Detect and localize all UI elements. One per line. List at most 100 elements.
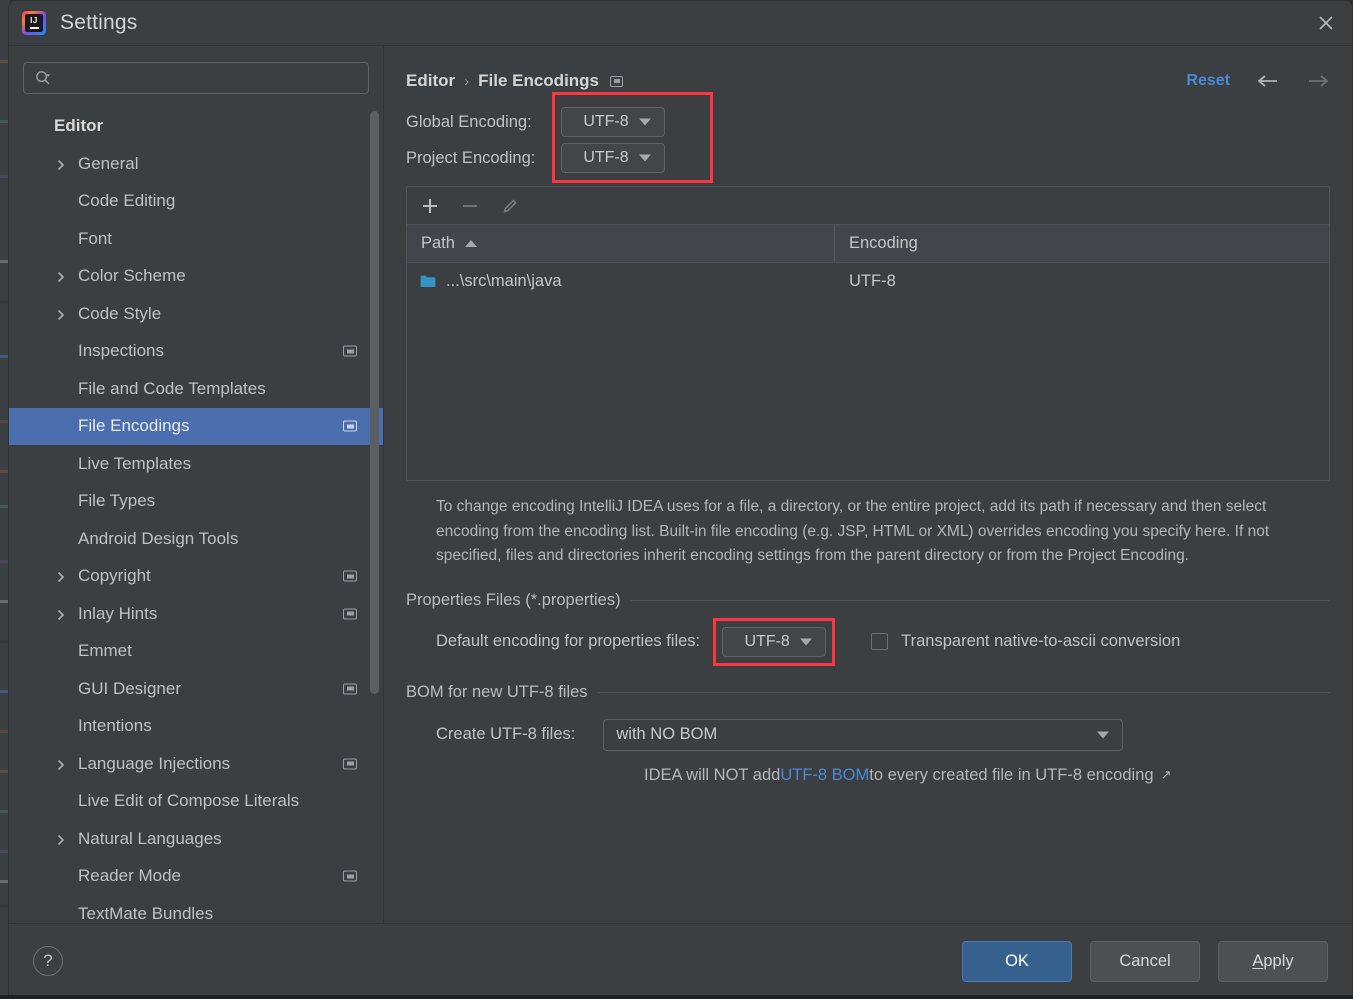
settings-dialog: IJ Settings Editor General Code Editing …: [8, 0, 1353, 999]
chevron-right-icon[interactable]: [54, 157, 68, 171]
breadcrumb-current: File Encodings: [478, 71, 600, 90]
arrow-left-icon[interactable]: [1256, 73, 1280, 89]
sidebar-item-textmate-bundles[interactable]: TextMate Bundles: [9, 895, 383, 923]
table-cell-path-label: ...\src\main\java: [446, 272, 562, 290]
sidebar-item-inlay-hints[interactable]: Inlay Hints: [9, 595, 383, 633]
sidebar-item-label: File and Code Templates: [78, 378, 266, 398]
create-utf8-files-label: Create UTF-8 files:: [436, 725, 576, 743]
sidebar-item-android-design-tools[interactable]: Android Design Tools: [9, 520, 383, 558]
sidebar-item-code-style[interactable]: Code Style: [9, 295, 383, 333]
table-body: ...\src\main\java UTF-8: [407, 263, 1329, 480]
sidebar-item-label: General: [78, 153, 139, 173]
dialog-title: Settings: [60, 11, 138, 34]
bom-section-body: Create UTF-8 files: with NO BOM IDEA wil…: [406, 718, 1330, 785]
sidebar-item-label: File Encodings: [78, 416, 190, 436]
table-cell-path: ...\src\main\java: [407, 272, 835, 291]
chevron-down-icon: [639, 154, 651, 162]
sidebar-item-file-and-code-templates[interactable]: File and Code Templates: [9, 370, 383, 408]
sidebar-item-emmet[interactable]: Emmet: [9, 633, 383, 671]
sidebar-item-live-templates[interactable]: Live Templates: [9, 445, 383, 483]
bom-section-title: BOM for new UTF-8 files: [406, 682, 588, 701]
divider: [597, 691, 1330, 693]
sidebar-item-label: Natural Languages: [78, 828, 222, 848]
project-scope-badge-icon: [343, 758, 357, 770]
sidebar-item-file-encodings[interactable]: File Encodings: [9, 407, 383, 445]
sidebar-item-color-scheme[interactable]: Color Scheme: [9, 258, 383, 296]
create-utf8-files-select[interactable]: with NO BOM: [603, 718, 1124, 751]
sidebar-item-reader-mode[interactable]: Reader Mode: [9, 858, 383, 896]
sidebar-item-label: Android Design Tools: [78, 528, 239, 548]
sidebar-item-code-editing[interactable]: Code Editing: [9, 183, 383, 221]
minus-icon[interactable]: [461, 197, 479, 215]
chevron-right-icon[interactable]: [54, 607, 68, 621]
sidebar-item-label: TextMate Bundles: [78, 903, 214, 923]
default-properties-encoding-row: Default encoding for properties files: U…: [436, 626, 1330, 657]
dialog-titlebar: IJ Settings: [9, 1, 1352, 46]
external-link-icon: ↗: [1160, 767, 1172, 782]
transparent-native-to-ascii-checkbox[interactable]: Transparent native-to-ascii conversion: [871, 632, 1180, 651]
sidebar-item-file-types[interactable]: File Types: [9, 483, 383, 521]
breadcrumb: Editor › File Encodings Reset: [406, 58, 1330, 104]
project-scope-badge-icon: [343, 683, 357, 695]
global-encoding-select[interactable]: UTF-8: [561, 107, 665, 137]
sidebar-item-label: Live Templates: [78, 453, 192, 473]
sidebar-item-label: Color Scheme: [78, 266, 186, 286]
search-container: [9, 46, 383, 106]
sidebar-item-label: Live Edit of Compose Literals: [78, 791, 300, 811]
table-row[interactable]: ...\src\main\java UTF-8: [407, 263, 1329, 300]
sidebar-group-header: Editor: [54, 115, 104, 135]
sidebar-scrollbar[interactable]: [370, 111, 379, 694]
plus-icon[interactable]: [421, 197, 439, 215]
project-scope-badge-icon: [343, 870, 357, 882]
table-header-row: Path Encoding: [407, 225, 1329, 263]
cancel-button[interactable]: Cancel: [1090, 940, 1200, 982]
chevron-right-icon[interactable]: [54, 269, 68, 283]
sidebar-item-gui-designer[interactable]: GUI Designer: [9, 670, 383, 708]
chevron-right-icon[interactable]: [54, 307, 68, 321]
project-scope-badge-icon: [343, 608, 357, 620]
bom-note-suffix: to every created file in UTF-8 encoding: [869, 765, 1154, 784]
search-box[interactable]: [23, 62, 369, 94]
section-title-row: BOM for new UTF-8 files: [406, 683, 1330, 702]
utf8-bom-link[interactable]: UTF-8 BOM: [780, 766, 869, 785]
bom-note-prefix: IDEA will NOT add: [644, 765, 781, 784]
table-toolbar: [407, 187, 1329, 225]
sidebar-item-inspections[interactable]: Inspections: [9, 333, 383, 371]
description-text: To change encoding IntelliJ IDEA uses fo…: [436, 498, 1270, 564]
chevron-right-icon[interactable]: [54, 832, 68, 846]
global-encoding-row: Global Encoding: UTF-8: [406, 104, 1330, 140]
search-input[interactable]: [51, 70, 368, 86]
project-encoding-value: UTF-8: [583, 149, 629, 166]
arrow-right-icon[interactable]: [1306, 73, 1330, 89]
column-header-path[interactable]: Path: [407, 225, 835, 262]
help-button[interactable]: ?: [33, 946, 63, 976]
pencil-icon[interactable]: [501, 197, 519, 215]
sidebar-item-intentions[interactable]: Intentions: [9, 708, 383, 746]
sidebar-item-natural-languages[interactable]: Natural Languages: [9, 820, 383, 858]
reset-button[interactable]: Reset: [1186, 72, 1230, 90]
settings-main-panel: Editor › File Encodings Reset Global Enc…: [384, 46, 1352, 923]
sidebar-tree-scroll: Editor General Code Editing Font Color Sche…: [9, 106, 383, 923]
project-encoding-select[interactable]: UTF-8: [561, 143, 665, 173]
apply-mnemonic: A: [1252, 951, 1264, 970]
sidebar-item-copyright[interactable]: Copyright: [9, 558, 383, 596]
chevron-right-icon[interactable]: [54, 757, 68, 771]
sidebar-item-language-injections[interactable]: Language Injections: [9, 745, 383, 783]
sidebar-item-label: Code Editing: [78, 191, 176, 211]
close-icon[interactable]: [1300, 1, 1352, 45]
default-properties-encoding-select[interactable]: UTF-8: [722, 626, 827, 657]
dialog-body: Editor General Code Editing Font Color Sche…: [9, 46, 1352, 923]
project-scope-badge-icon: [610, 75, 624, 87]
apply-button[interactable]: Apply: [1218, 940, 1328, 982]
column-header-encoding[interactable]: Encoding: [835, 225, 1329, 262]
chevron-right-icon[interactable]: [54, 569, 68, 583]
sidebar-item-general[interactable]: General: [9, 145, 383, 183]
sidebar-item-font[interactable]: Font: [9, 220, 383, 258]
sort-ascending-icon: [464, 240, 477, 247]
sidebar-item-live-edit-of-compose-literals[interactable]: Live Edit of Compose Literals: [9, 783, 383, 821]
breadcrumb-parent[interactable]: Editor: [406, 71, 455, 91]
section-title-row: Properties Files (*.properties): [406, 591, 1330, 610]
project-scope-badge-icon: [343, 420, 357, 432]
sidebar-item-label: GUI Designer: [78, 678, 181, 698]
ok-button[interactable]: OK: [962, 940, 1072, 982]
